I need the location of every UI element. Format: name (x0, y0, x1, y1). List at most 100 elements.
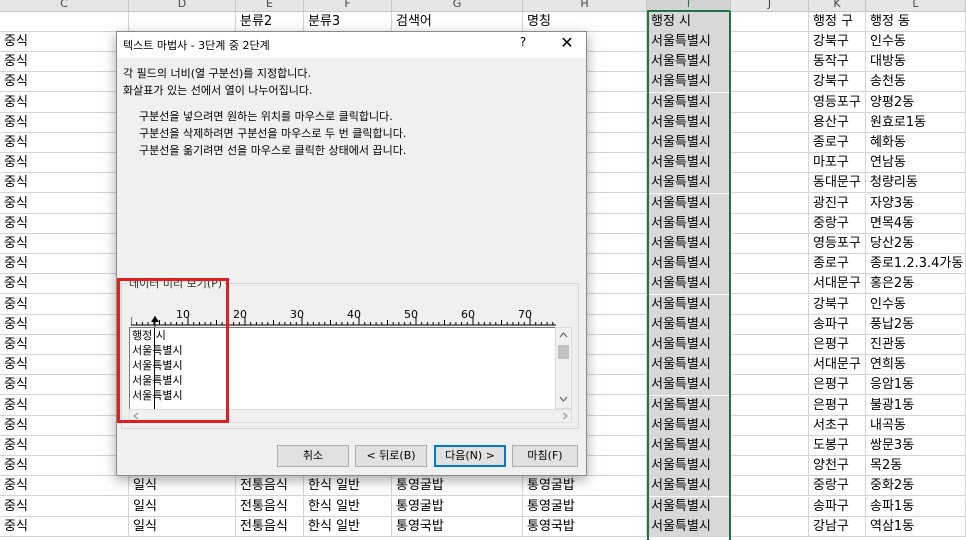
column-ruler[interactable]: 10 20 30 40 50 60 70 (131, 294, 556, 328)
column-header-g[interactable]: G (392, 0, 523, 12)
finish-button[interactable]: 마침(F) (512, 445, 578, 467)
cell-i[interactable]: 서울특별시 (647, 234, 731, 254)
cell-c[interactable]: 중식 (0, 274, 129, 295)
cell-c[interactable]: 중식 (0, 153, 129, 174)
column-header-e[interactable]: E (236, 0, 304, 12)
scroll-down-icon[interactable] (559, 396, 568, 402)
cell-f[interactable]: 한식 일반 (304, 476, 392, 497)
cell-j[interactable] (731, 476, 809, 497)
cell-j[interactable] (731, 213, 809, 234)
cell-l[interactable]: 대방동 (866, 52, 966, 73)
cell-i[interactable]: 서울특별시 (647, 193, 731, 214)
scroll-left-icon[interactable] (133, 412, 139, 420)
cell-i[interactable]: 서울특별시 (647, 52, 731, 73)
cell-c[interactable]: 중식 (0, 516, 129, 537)
cell-j[interactable] (731, 375, 809, 396)
cell-j[interactable] (731, 153, 809, 174)
cell-j[interactable] (731, 496, 809, 517)
cell-l[interactable]: 목2동 (866, 456, 966, 477)
cell-k[interactable]: 영등포구 (809, 234, 866, 254)
cell-j[interactable] (731, 234, 809, 254)
cell-c[interactable] (0, 12, 129, 32)
cell-j[interactable] (731, 32, 809, 52)
cell-j[interactable] (731, 395, 809, 416)
cell-i[interactable]: 서울특별시 (647, 133, 731, 153)
cell-l[interactable]: 내곡동 (866, 415, 966, 436)
cell-i[interactable]: 서울특별시 (647, 496, 731, 517)
cell-i[interactable]: 서울특별시 (647, 92, 731, 113)
cell-k[interactable]: 양천구 (809, 456, 866, 477)
cell-i[interactable]: 서울특별시 (647, 335, 731, 355)
cell-l[interactable]: 불광1동 (866, 395, 966, 416)
cell-h[interactable]: 통영굴밥 (523, 476, 647, 497)
horizontal-scrollbar[interactable] (129, 409, 572, 423)
vertical-scrollbar[interactable] (555, 327, 572, 409)
column-header-j[interactable]: J (731, 0, 809, 12)
cell-i[interactable]: 서울특별시 (647, 476, 731, 497)
cell-g[interactable]: 검색어 (392, 12, 523, 32)
cell-i[interactable]: 서울특별시 (647, 153, 731, 174)
cell-k[interactable]: 중랑구 (809, 213, 866, 234)
cell-c[interactable]: 중식 (0, 496, 129, 517)
cell-c[interactable]: 중식 (0, 234, 129, 254)
cell-i[interactable]: 서울특별시 (647, 254, 731, 275)
cell-k[interactable]: 종로구 (809, 133, 866, 153)
cell-i[interactable]: 서울특별시 (647, 415, 731, 436)
cell-k[interactable]: 동작구 (809, 52, 866, 73)
cell-k[interactable]: 강북구 (809, 72, 866, 93)
cell-j[interactable] (731, 193, 809, 214)
cell-l[interactable]: 응암1동 (866, 375, 966, 396)
cell-i[interactable]: 서울특별시 (647, 436, 731, 456)
cell-c[interactable]: 중식 (0, 32, 129, 52)
column-header-l[interactable]: L (866, 0, 966, 12)
cell-c[interactable]: 중식 (0, 213, 129, 234)
cell-c[interactable]: 중식 (0, 456, 129, 477)
column-header-k[interactable]: K (809, 0, 866, 12)
cell-j[interactable] (731, 294, 809, 315)
cell-l[interactable]: 역삼1동 (866, 516, 966, 537)
cell-d[interactable]: 일식 (129, 476, 236, 497)
cell-i[interactable]: 서울특별시 (647, 456, 731, 477)
cell-l[interactable]: 면목4동 (866, 213, 966, 234)
cell-d[interactable]: 일식 (129, 496, 236, 517)
cell-j[interactable] (731, 72, 809, 93)
cell-i[interactable]: 서울특별시 (647, 72, 731, 93)
cell-k[interactable]: 광진구 (809, 193, 866, 214)
cell-k[interactable]: 용산구 (809, 112, 866, 133)
cell-i[interactable]: 서울특별시 (647, 314, 731, 335)
cell-k[interactable]: 송파구 (809, 496, 866, 517)
cell-c[interactable]: 중식 (0, 133, 129, 153)
cell-l[interactable]: 송파1동 (866, 496, 966, 517)
cell-k[interactable]: 송파구 (809, 314, 866, 335)
help-button[interactable]: ? (515, 35, 531, 53)
cell-f[interactable]: 한식 일반 (304, 496, 392, 517)
cell-j[interactable] (731, 173, 809, 194)
cell-k[interactable]: 은평구 (809, 375, 866, 396)
cell-j[interactable] (731, 254, 809, 275)
cell-h[interactable]: 통영굴밥 (523, 496, 647, 517)
cell-g[interactable]: 통영굴밥 (392, 476, 523, 497)
cell-l[interactable]: 홍은2동 (866, 274, 966, 295)
cell-k[interactable]: 마포구 (809, 153, 866, 174)
column-header-h[interactable]: H (523, 0, 647, 12)
cell-j[interactable] (731, 415, 809, 436)
cell-i[interactable]: 서울특별시 (647, 112, 731, 133)
cell-j[interactable] (731, 92, 809, 113)
cell-k[interactable]: 동대문구 (809, 173, 866, 194)
cell-l[interactable]: 중화2동 (866, 476, 966, 497)
cell-k[interactable]: 강북구 (809, 294, 866, 315)
cell-c[interactable]: 중식 (0, 173, 129, 194)
cell-d[interactable]: 일식 (129, 516, 236, 537)
cell-g[interactable]: 통영굴밥 (392, 496, 523, 517)
cell-d[interactable] (129, 12, 236, 32)
column-header-i[interactable]: I (647, 0, 731, 12)
cell-f[interactable]: 한식 일반 (304, 516, 392, 537)
column-header-c[interactable]: C (0, 0, 129, 12)
cell-h[interactable]: 통영국밥 (523, 516, 647, 537)
cell-g[interactable]: 통영국밥 (392, 516, 523, 537)
column-break-line[interactable] (154, 328, 155, 410)
cell-e[interactable]: 전통음식 (236, 476, 304, 497)
cancel-button[interactable]: 취소 (277, 445, 349, 467)
cell-c[interactable]: 중식 (0, 355, 129, 376)
cell-l[interactable]: 당산2동 (866, 234, 966, 254)
